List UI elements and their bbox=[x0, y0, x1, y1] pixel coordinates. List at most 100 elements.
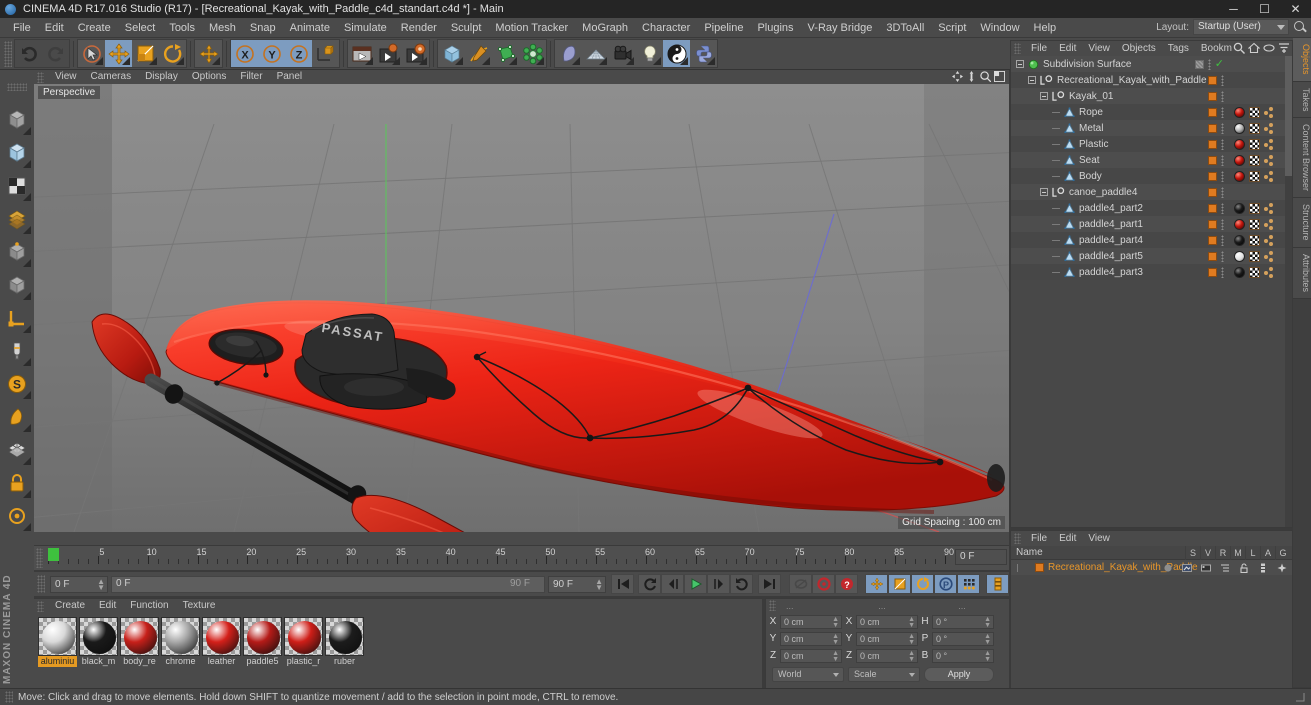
material-tag-icon[interactable] bbox=[1234, 138, 1245, 150]
material-menu-grip[interactable] bbox=[37, 600, 44, 612]
menu-create[interactable]: Create bbox=[71, 18, 118, 38]
link-tag-icon[interactable] bbox=[1264, 218, 1275, 230]
material-name[interactable]: chrome bbox=[161, 656, 200, 667]
status-bar-grip[interactable] bbox=[5, 691, 13, 703]
layer-column-g[interactable]: G bbox=[1275, 546, 1290, 560]
vertical-tab-objects[interactable]: Objects bbox=[1293, 38, 1311, 82]
visibility-dots[interactable] bbox=[1221, 170, 1224, 182]
visibility-dots[interactable] bbox=[1221, 202, 1224, 214]
uvw-tag-icon[interactable] bbox=[1249, 122, 1260, 134]
material-item[interactable]: leather bbox=[202, 617, 241, 667]
autokeying-help-button[interactable]: ? bbox=[835, 574, 858, 594]
material-thumbnail[interactable] bbox=[38, 617, 77, 656]
object-tree[interactable]: Subdivision Surface ✓ Recreational_Kayak_w… bbox=[1011, 56, 1292, 527]
vertical-tab-attributes[interactable]: Attributes bbox=[1293, 247, 1311, 299]
visibility-dots[interactable] bbox=[1221, 90, 1224, 102]
magnet-tool[interactable] bbox=[195, 40, 222, 67]
tree-expander[interactable] bbox=[1040, 92, 1048, 100]
object-row[interactable]: Seat bbox=[1011, 152, 1292, 168]
material-tag-icon[interactable] bbox=[1234, 250, 1245, 262]
spinner-icon[interactable]: ▲ ▼ bbox=[832, 633, 839, 646]
menu-animate[interactable]: Animate bbox=[283, 18, 337, 38]
menu-pipeline[interactable]: Pipeline bbox=[697, 18, 750, 38]
go-to-next-key-button[interactable] bbox=[730, 574, 753, 594]
texture-mode-icon[interactable] bbox=[2, 170, 32, 202]
solo-dot-icon[interactable] bbox=[1160, 563, 1175, 573]
link-tag-icon[interactable] bbox=[1264, 122, 1275, 134]
spinner-icon[interactable]: ▲ ▼ bbox=[908, 633, 915, 646]
material-tag-icon[interactable] bbox=[1234, 202, 1245, 214]
visibility-dots[interactable] bbox=[1221, 154, 1224, 166]
viewport-menu-filter[interactable]: Filter bbox=[233, 70, 269, 84]
spinner-icon[interactable]: ▲ ▼ bbox=[908, 616, 915, 629]
bend-deformer-button[interactable] bbox=[555, 40, 582, 67]
spinner-icon[interactable]: ▲ ▼ bbox=[984, 616, 991, 629]
visibility-dots[interactable] bbox=[1221, 122, 1224, 134]
edge-mode-icon[interactable] bbox=[2, 269, 32, 301]
render-settings-button[interactable] bbox=[402, 40, 429, 67]
material-name[interactable]: plastic_r bbox=[284, 656, 323, 667]
layer-color-swatch[interactable] bbox=[1208, 139, 1217, 149]
array-generator-button[interactable] bbox=[519, 40, 546, 67]
uvw-tag-icon[interactable] bbox=[1249, 106, 1260, 118]
vertical-tab-structure[interactable]: Structure bbox=[1293, 198, 1311, 248]
material-item[interactable]: paddle5 bbox=[243, 617, 282, 667]
link-tag-icon[interactable] bbox=[1264, 266, 1275, 278]
coordinate-field-rotation-b[interactable]: 0 ° ▲ ▼ bbox=[932, 648, 994, 663]
visibility-dots[interactable] bbox=[1221, 106, 1224, 118]
key-parameter-button[interactable]: P bbox=[934, 574, 957, 594]
material-name[interactable]: ruber bbox=[325, 656, 364, 667]
lock-z-axis-button[interactable]: Z bbox=[285, 40, 312, 67]
material-item[interactable]: chrome bbox=[161, 617, 200, 667]
step-forward-button[interactable] bbox=[707, 574, 730, 594]
object-name[interactable]: Rope bbox=[1079, 107, 1103, 118]
menu-help[interactable]: Help bbox=[1027, 18, 1064, 38]
object-row[interactable]: Rope bbox=[1011, 104, 1292, 120]
object-manager-scrollbar[interactable] bbox=[1285, 56, 1292, 527]
menu-select[interactable]: Select bbox=[118, 18, 163, 38]
enable-checkmark-icon[interactable]: ✓ bbox=[1215, 58, 1224, 70]
autokey-toggle-button[interactable] bbox=[789, 574, 812, 594]
link-tag-icon[interactable] bbox=[1264, 138, 1275, 150]
object-name[interactable]: Metal bbox=[1079, 123, 1103, 134]
link-tag-icon[interactable] bbox=[1264, 170, 1275, 182]
spinner-icon[interactable]: ▲ ▼ bbox=[984, 633, 991, 646]
object-name[interactable]: paddle4_part2 bbox=[1079, 203, 1143, 214]
link-tag-icon[interactable] bbox=[1264, 106, 1275, 118]
object-menu-view[interactable]: View bbox=[1082, 41, 1116, 56]
object-row[interactable]: canoe_paddle4 bbox=[1011, 184, 1292, 200]
layer-color-swatch[interactable] bbox=[1208, 235, 1217, 245]
material-thumbnail[interactable] bbox=[161, 617, 200, 656]
make-editable-icon[interactable] bbox=[2, 104, 32, 136]
coordinate-field-position-x[interactable]: 0 cm ▲ ▼ bbox=[780, 614, 842, 629]
object-name[interactable]: Body bbox=[1079, 171, 1102, 182]
object-row[interactable]: paddle4_part4 bbox=[1011, 232, 1292, 248]
cube-primitive-button[interactable] bbox=[438, 40, 465, 67]
animation-layers-button[interactable] bbox=[986, 574, 1009, 594]
uvw-tag-icon[interactable] bbox=[1249, 250, 1260, 262]
spinner-icon[interactable]: ▲ ▼ bbox=[832, 650, 839, 663]
key-rotation-button[interactable] bbox=[911, 574, 934, 594]
uvw-tag-icon[interactable] bbox=[1249, 202, 1260, 214]
transport-grip[interactable] bbox=[37, 575, 45, 593]
coordinate-system-select[interactable]: World bbox=[772, 667, 844, 682]
layer-swatch[interactable] bbox=[1035, 563, 1044, 572]
material-tag-icon[interactable] bbox=[1234, 122, 1245, 134]
object-name[interactable]: Subdivision Surface bbox=[1043, 59, 1131, 70]
uvw-tag-icon[interactable] bbox=[1249, 234, 1260, 246]
object-row[interactable]: Metal bbox=[1011, 120, 1292, 136]
material-thumbnail[interactable] bbox=[284, 617, 323, 656]
object-name[interactable]: paddle4_part5 bbox=[1079, 251, 1143, 262]
visibility-dots[interactable] bbox=[1221, 234, 1224, 246]
timeline-ruler[interactable]: 051015202530354045505560657075808590 bbox=[48, 546, 954, 571]
object-row[interactable]: paddle4_part1 bbox=[1011, 216, 1292, 232]
material-tag-icon[interactable] bbox=[1234, 106, 1245, 118]
menu-3dtoall[interactable]: 3DToAll bbox=[879, 18, 931, 38]
end-frame-input[interactable]: 90 F ▲ ▼ bbox=[548, 575, 606, 593]
uvw-tag-icon[interactable] bbox=[1249, 266, 1260, 278]
material-item[interactable]: plastic_r bbox=[284, 617, 323, 667]
lock-x-axis-button[interactable]: X bbox=[231, 40, 258, 67]
object-menu-objects[interactable]: Objects bbox=[1116, 41, 1162, 56]
model-mode-icon[interactable] bbox=[2, 137, 32, 169]
go-to-previous-key-button[interactable] bbox=[638, 574, 661, 594]
